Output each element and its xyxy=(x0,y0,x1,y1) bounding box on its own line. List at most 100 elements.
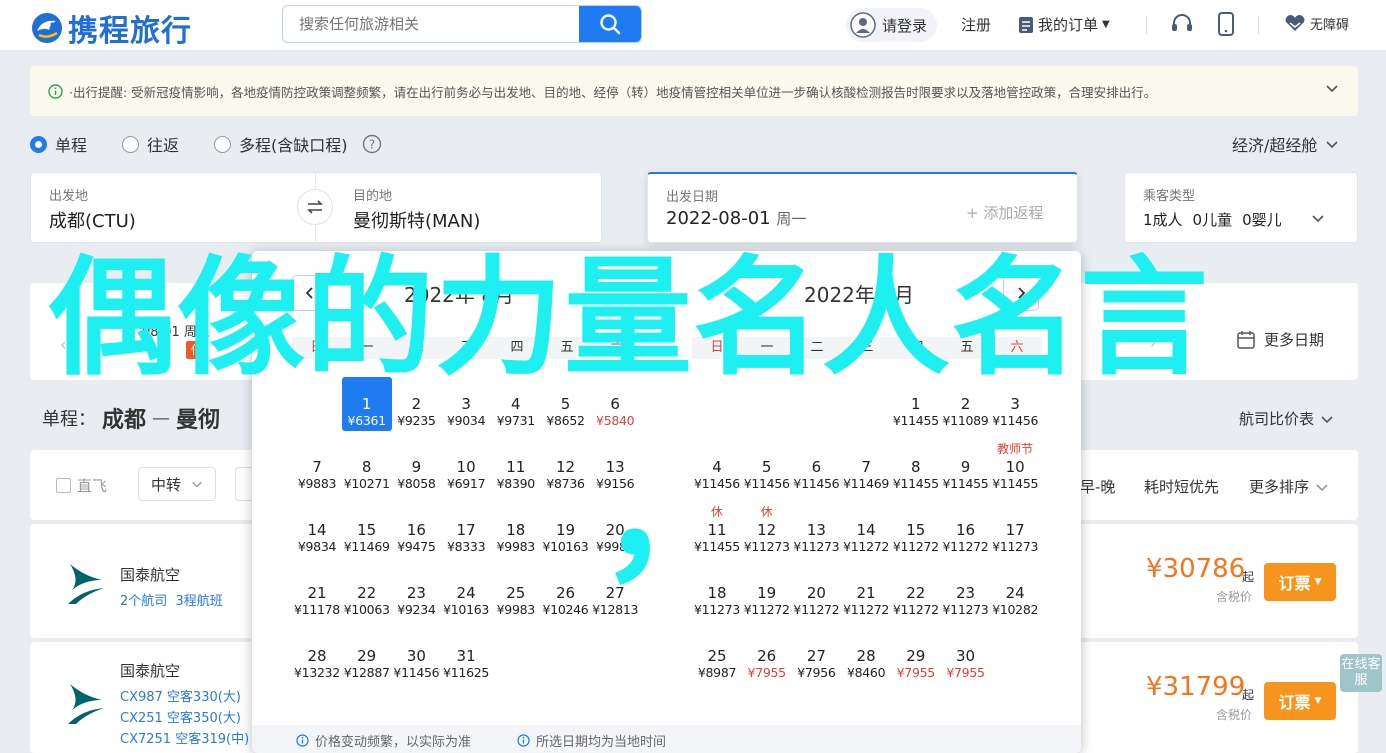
my-orders-menu[interactable]: 我的订单 ▼ xyxy=(1018,14,1110,35)
calendar-day[interactable]: 9 ¥8058 xyxy=(391,440,441,494)
day-number: 28 xyxy=(307,647,327,665)
day-number: 4 xyxy=(511,395,521,413)
calendar-day[interactable]: 16 ¥9475 xyxy=(391,503,441,557)
calendar-day[interactable]: 29 ¥12887 xyxy=(342,629,392,683)
calendar-day[interactable]: 7 ¥9883 xyxy=(292,440,342,494)
mobile-app-button[interactable] xyxy=(1218,12,1234,40)
calendar-day[interactable]: 21 ¥11272 xyxy=(841,566,891,620)
calendar-day[interactable]: 25 ¥8987 xyxy=(692,629,742,683)
calendar-day[interactable]: 5 ¥11456 xyxy=(742,440,792,494)
help-question-icon[interactable]: ? xyxy=(362,134,382,154)
calendar-day[interactable]: 31 ¥11625 xyxy=(441,629,491,683)
calendar-day[interactable]: 26 ¥10246 xyxy=(541,566,591,620)
trip-option-roundtrip[interactable]: 往返 xyxy=(122,132,179,156)
calendar-day[interactable]: 24 ¥10282 xyxy=(990,566,1040,620)
flight-leg[interactable]: CX7251 空客319(中) xyxy=(120,728,249,747)
calendar-day[interactable]: 28 ¥8460 xyxy=(841,629,891,683)
calendar-day[interactable]: 15 ¥11469 xyxy=(342,503,392,557)
search-input[interactable] xyxy=(283,6,579,42)
accessibility-button[interactable]: 无障碍 xyxy=(1284,14,1349,33)
swap-cities-button[interactable] xyxy=(297,189,333,225)
flight-leg[interactable]: CX987 空客330(大) xyxy=(120,686,241,705)
calendar-day[interactable]: 25 ¥9983 xyxy=(491,566,541,620)
calendar-day[interactable]: 21 ¥11178 xyxy=(292,566,342,620)
my-orders-label: 我的订单 xyxy=(1038,16,1099,34)
calendar-day[interactable]: 28 ¥13232 xyxy=(292,629,342,683)
calendar-day[interactable]: 休 12 ¥11273 xyxy=(742,503,792,557)
book-button[interactable]: 订票 ▼ xyxy=(1264,563,1336,601)
online-service-tab[interactable]: 在线客服 xyxy=(1340,654,1382,692)
cabin-class-select[interactable]: 经济/超经舱 xyxy=(1232,132,1339,156)
hint-timezone-text: 所选日期均为当地时间 xyxy=(536,735,667,750)
notice-expand-button[interactable] xyxy=(1324,80,1340,100)
calendar-day[interactable]: 30 ¥7955 xyxy=(941,629,991,683)
calendar-day[interactable]: 9 ¥11455 xyxy=(941,440,991,494)
calendar-day[interactable]: 22 ¥11272 xyxy=(891,566,941,620)
day-price: ¥8333 xyxy=(446,539,486,554)
date-text: 2022-08-01 xyxy=(666,208,771,229)
ctrip-logo[interactable]: 携程旅行 xyxy=(30,6,192,50)
search-button[interactable] xyxy=(579,6,641,42)
calendar-day[interactable]: 教师节 10 ¥11455 xyxy=(990,440,1040,494)
book-label: 订票 xyxy=(1278,574,1311,593)
calendar-day[interactable]: 12 ¥8736 xyxy=(541,440,591,494)
calendar-day[interactable]: 13 ¥11273 xyxy=(791,503,841,557)
day-price: ¥11272 xyxy=(793,602,840,617)
day-price: ¥11455 xyxy=(992,476,1039,491)
calendar-day[interactable]: 7 ¥11469 xyxy=(841,440,891,494)
customer-service-button[interactable] xyxy=(1170,12,1194,40)
day-price: ¥13232 xyxy=(294,665,340,680)
calendar-day[interactable]: 19 ¥11272 xyxy=(742,566,792,620)
calendar-day[interactable]: 17 ¥11273 xyxy=(990,503,1040,557)
sort-departure-button[interactable]: 早-晚 xyxy=(1080,476,1115,497)
tax-included-label: 含税价 xyxy=(1216,590,1253,604)
chevron-down-icon xyxy=(192,481,202,488)
date-box[interactable]: 出发日期 2022-08-01 周一 + 添加返程 xyxy=(647,172,1078,243)
overlay-comma: ， xyxy=(598,428,749,602)
transfer-filter[interactable]: 中转 xyxy=(138,467,217,501)
day-price: ¥11455 xyxy=(892,413,939,428)
trip-label: 多程(含缺口程) xyxy=(239,136,348,155)
flight-info-link[interactable]: 2个航司 3程航班 xyxy=(120,590,223,609)
calendar-day[interactable]: 15 ¥11272 xyxy=(891,503,941,557)
day-number: 28 xyxy=(856,647,876,665)
direct-filter[interactable]: 直飞 xyxy=(56,475,107,496)
calendar-day[interactable]: 27 ¥7956 xyxy=(791,629,841,683)
calendar-day[interactable]: 8 ¥10271 xyxy=(342,440,392,494)
calendar-day[interactable]: 16 ¥11272 xyxy=(941,503,991,557)
more-sort-button[interactable]: 更多排序 xyxy=(1249,476,1329,497)
login-button[interactable]: 请登录 xyxy=(846,8,938,42)
calendar-day[interactable]: 23 ¥9234 xyxy=(391,566,441,620)
calendar-day[interactable]: 26 ¥7955 xyxy=(742,629,792,683)
calendar-day[interactable]: 19 ¥10163 xyxy=(541,503,591,557)
airline-compare-button[interactable]: 航司比价表 xyxy=(1239,408,1334,429)
to-input[interactable]: 曼彻斯特(MAN) xyxy=(353,207,480,233)
day-price: ¥11089 xyxy=(942,413,989,428)
calendar-day[interactable]: 11 ¥8390 xyxy=(491,440,541,494)
calendar-day[interactable]: 10 ¥6917 xyxy=(441,440,491,494)
flight-leg[interactable]: CX251 空客350(大) xyxy=(120,707,241,726)
calendar-day[interactable]: 22 ¥10063 xyxy=(342,566,392,620)
book-button[interactable]: 订票 ▼ xyxy=(1264,682,1336,720)
trip-label: 单程 xyxy=(55,136,88,155)
day-tag: 教师节 xyxy=(997,442,1034,456)
add-return-button[interactable]: + 添加返程 xyxy=(966,202,1043,223)
calendar-day[interactable]: 17 ¥8333 xyxy=(441,503,491,557)
radio-unselected xyxy=(122,135,139,153)
calendar-day[interactable]: 6 ¥11456 xyxy=(791,440,841,494)
calendar-day[interactable]: 8 ¥11455 xyxy=(891,440,941,494)
trip-option-oneway[interactable]: 单程 xyxy=(30,132,87,156)
sort-duration-button[interactable]: 耗时短优先 xyxy=(1144,476,1219,497)
calendar-day[interactable]: 24 ¥10163 xyxy=(441,566,491,620)
from-input[interactable]: 成都(CTU) xyxy=(49,207,136,233)
passenger-box[interactable]: 乘客类型 1成人 0儿童 0婴儿 xyxy=(1124,172,1358,243)
calendar-day[interactable]: 14 ¥9834 xyxy=(292,503,342,557)
trip-option-multicity[interactable]: 多程(含缺口程) ? xyxy=(214,132,382,156)
calendar-day[interactable]: 23 ¥11273 xyxy=(941,566,991,620)
register-link[interactable]: 注册 xyxy=(961,14,991,35)
calendar-day[interactable]: 20 ¥11272 xyxy=(791,566,841,620)
calendar-day[interactable]: 14 ¥11272 xyxy=(841,503,891,557)
calendar-day[interactable]: 18 ¥9983 xyxy=(491,503,541,557)
calendar-day[interactable]: 30 ¥11456 xyxy=(391,629,441,683)
calendar-day[interactable]: 29 ¥7955 xyxy=(891,629,941,683)
